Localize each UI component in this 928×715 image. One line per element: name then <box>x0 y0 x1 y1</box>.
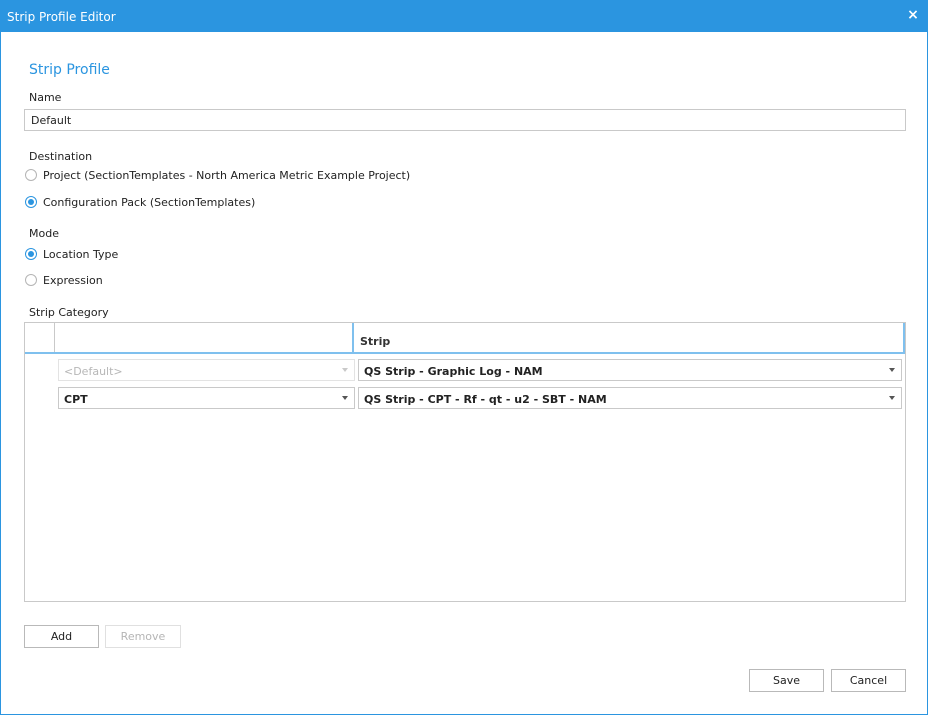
add-button[interactable]: Add <box>24 625 99 648</box>
window-title: Strip Profile Editor <box>7 10 116 24</box>
destination-option-label: Configuration Pack (SectionTemplates) <box>43 195 256 209</box>
grid-header-category[interactable] <box>55 323 354 352</box>
chevron-down-icon <box>342 368 348 372</box>
name-label: Name <box>29 91 62 104</box>
title-bar: Strip Profile Editor × <box>1 1 927 32</box>
section-title: Strip Profile <box>29 62 110 78</box>
grid-header-row-selector <box>25 323 55 352</box>
category-value: <Default> <box>64 365 123 378</box>
chevron-down-icon[interactable] <box>342 396 348 400</box>
radio-checked-icon[interactable] <box>25 248 37 260</box>
grid-header: Strip <box>25 323 905 354</box>
remove-button[interactable]: Remove <box>105 625 181 648</box>
radio-unchecked-icon[interactable] <box>25 169 37 181</box>
destination-option-label: Project (SectionTemplates - North Americ… <box>43 168 411 182</box>
close-icon[interactable]: × <box>905 7 921 23</box>
strip-category-grid: Strip <Default> QS Strip - Graphic Log -… <box>24 322 906 602</box>
strip-select-row-2[interactable]: QS Strip - CPT - Rf - qt - u2 - SBT - NA… <box>358 387 902 409</box>
category-value: CPT <box>64 393 88 406</box>
mode-label: Mode <box>29 227 59 240</box>
strip-category-label: Strip Category <box>29 306 109 319</box>
mode-option-label: Expression <box>43 273 103 287</box>
destination-option-project[interactable]: Project (SectionTemplates - North Americ… <box>25 167 410 183</box>
grid-header-label: Strip <box>360 335 391 348</box>
save-button[interactable]: Save <box>749 669 824 692</box>
strip-profile-editor-window: Strip Profile Editor × Strip Profile Nam… <box>0 0 928 715</box>
radio-checked-icon[interactable] <box>25 196 37 208</box>
chevron-down-icon[interactable] <box>889 368 895 372</box>
category-select-default: <Default> <box>58 359 355 381</box>
strip-value: QS Strip - Graphic Log - NAM <box>364 365 543 378</box>
grid-header-strip[interactable]: Strip <box>356 323 905 352</box>
destination-label: Destination <box>29 150 93 163</box>
mode-option-label: Location Type <box>43 247 119 261</box>
destination-option-config-pack[interactable]: Configuration Pack (SectionTemplates) <box>25 194 255 210</box>
strip-value: QS Strip - CPT - Rf - qt - u2 - SBT - NA… <box>364 393 607 406</box>
strip-select-row-1[interactable]: QS Strip - Graphic Log - NAM <box>358 359 902 381</box>
chevron-down-icon[interactable] <box>889 396 895 400</box>
cancel-button[interactable]: Cancel <box>831 669 906 692</box>
mode-option-location-type[interactable]: Location Type <box>25 246 118 262</box>
radio-unchecked-icon[interactable] <box>25 274 37 286</box>
mode-option-expression[interactable]: Expression <box>25 272 103 288</box>
name-input[interactable]: Default <box>24 109 906 131</box>
category-select-row-2[interactable]: CPT <box>58 387 355 409</box>
